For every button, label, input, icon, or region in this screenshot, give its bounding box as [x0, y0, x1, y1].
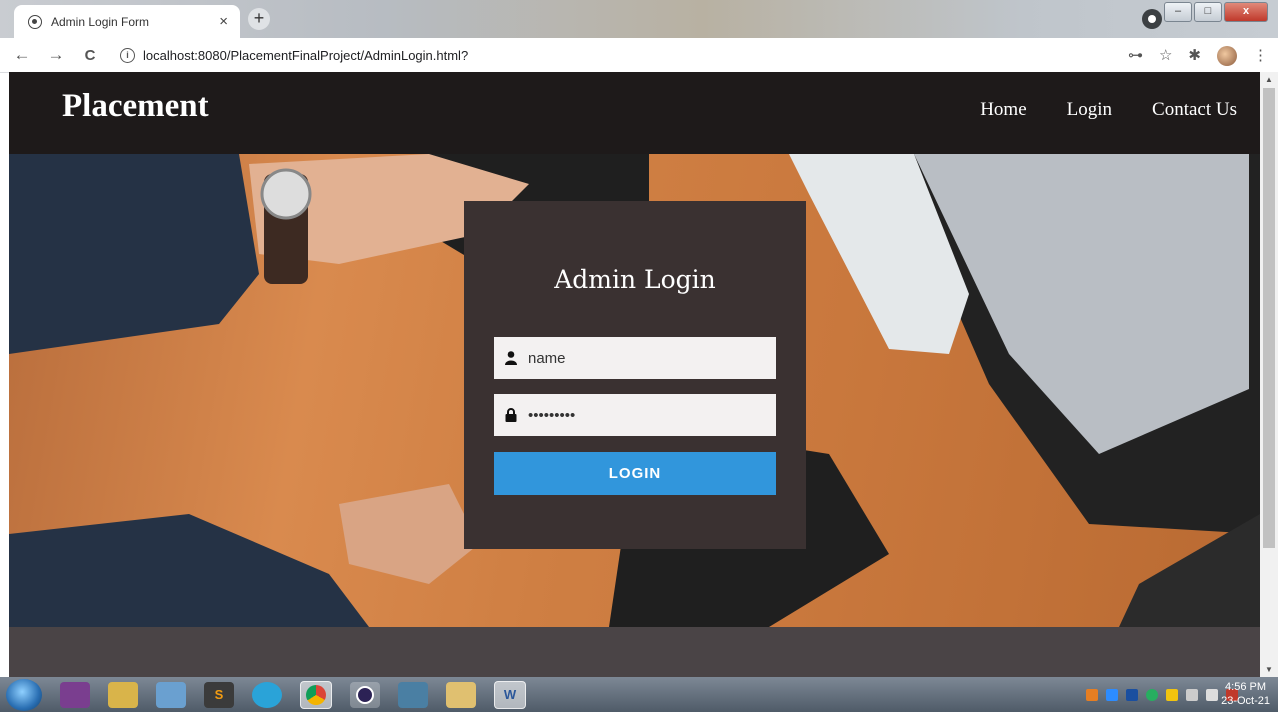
- file-explorer-icon[interactable]: [108, 681, 138, 708]
- password-input[interactable]: [528, 406, 768, 424]
- scroll-up-arrow-icon[interactable]: ▲: [1265, 75, 1273, 84]
- tab-close-icon[interactable]: ×: [219, 13, 228, 30]
- browser-menu-icon[interactable]: ⋮: [1253, 46, 1268, 66]
- nav-login[interactable]: Login: [1067, 99, 1112, 121]
- web-page: Placement Home Login Contact Us Admin Lo…: [9, 72, 1260, 677]
- nav-home[interactable]: Home: [980, 99, 1026, 121]
- start-button-icon[interactable]: [6, 678, 42, 711]
- maximize-button[interactable]: □: [1194, 2, 1222, 22]
- user-icon: [504, 351, 518, 365]
- url-text: localhost:8080/PlacementFinalProject/Adm…: [143, 47, 469, 63]
- scroll-down-arrow-icon[interactable]: ▼: [1265, 665, 1273, 674]
- site-brand[interactable]: Placement: [62, 88, 209, 125]
- window-controls: – □ x: [1164, 2, 1268, 22]
- bookmark-star-icon[interactable]: ☆: [1159, 46, 1172, 66]
- new-tab-button[interactable]: +: [248, 8, 270, 30]
- site-header: Placement Home Login Contact Us: [9, 72, 1260, 154]
- tray-zoom-icon[interactable]: [1106, 688, 1118, 701]
- watch-face: [260, 168, 312, 220]
- site-globe-icon: [28, 14, 42, 29]
- nav-contact-us[interactable]: Contact Us: [1152, 99, 1237, 121]
- tray-green-icon[interactable]: [1146, 688, 1158, 701]
- tray-b-icon[interactable]: [1126, 688, 1138, 701]
- tray-volume-icon[interactable]: [1206, 688, 1218, 701]
- desk-phone: [1119, 514, 1260, 627]
- forward-arrow-icon[interactable]: →: [44, 45, 68, 65]
- browser-tab-strip: Admin Login Form × + – □ x: [0, 0, 1278, 38]
- address-bar[interactable]: i localhost:8080/PlacementFinalProject/A…: [120, 47, 469, 63]
- extensions-puzzle-icon[interactable]: ✱: [1188, 46, 1201, 66]
- tray-app-icon[interactable]: [1086, 688, 1098, 701]
- eclipse-icon[interactable]: [350, 681, 380, 708]
- minimize-button[interactable]: –: [1164, 2, 1192, 22]
- close-window-button[interactable]: x: [1224, 2, 1268, 22]
- word-icon[interactable]: W: [494, 680, 526, 709]
- username-field[interactable]: [494, 337, 776, 379]
- lock-icon: [504, 408, 518, 422]
- telegram-icon[interactable]: [252, 681, 282, 708]
- page-scrollbar[interactable]: ▲ ▼: [1260, 72, 1278, 677]
- scrollbar-thumb[interactable]: [1263, 88, 1275, 548]
- chrome-profile-icon[interactable]: [1142, 9, 1162, 29]
- site-info-icon[interactable]: i: [120, 47, 135, 63]
- browser-toolbar: ← → C i localhost:8080/PlacementFinalPro…: [0, 38, 1278, 73]
- profile-avatar-icon[interactable]: [1217, 46, 1237, 66]
- browser-tab[interactable]: Admin Login Form ×: [14, 5, 240, 38]
- winrar-icon[interactable]: [60, 681, 90, 708]
- reload-icon[interactable]: C: [78, 47, 102, 64]
- back-arrow-icon[interactable]: ←: [10, 45, 34, 65]
- tab-title: Admin Login Form: [51, 14, 150, 29]
- sublime-text-icon[interactable]: S: [204, 681, 234, 708]
- sleeve-left: [9, 154, 259, 354]
- site-nav: Home Login Contact Us: [980, 99, 1237, 121]
- clock-date: 23-Oct-21: [1221, 695, 1270, 707]
- login-title: Admin Login: [554, 265, 716, 294]
- admin-login-panel: Admin Login LOGIN: [464, 201, 806, 549]
- toolbar-right-icons: ⊶ ☆ ✱ ⋮: [1128, 46, 1268, 66]
- site-footer: [9, 627, 1260, 677]
- paint-icon[interactable]: [446, 681, 476, 708]
- notepad-icon[interactable]: [156, 681, 186, 708]
- system-tray: [1086, 677, 1238, 712]
- mysql-workbench-icon[interactable]: [398, 681, 428, 708]
- username-input[interactable]: [528, 349, 768, 367]
- windows-taskbar: S W 4:56 PM 23-Oct-21: [0, 677, 1278, 712]
- clock-time: 4:56 PM: [1225, 681, 1267, 693]
- tray-triangle-icon[interactable]: [1166, 688, 1178, 701]
- taskbar-clock[interactable]: 4:56 PM 23-Oct-21: [1221, 680, 1270, 708]
- login-button[interactable]: LOGIN: [494, 452, 776, 495]
- hand-bottom: [339, 484, 479, 584]
- tray-network-icon[interactable]: [1186, 688, 1198, 701]
- password-field[interactable]: [494, 394, 776, 436]
- sleeve-bottom: [9, 514, 369, 627]
- chrome-icon[interactable]: [300, 680, 332, 709]
- password-key-icon[interactable]: ⊶: [1128, 46, 1143, 66]
